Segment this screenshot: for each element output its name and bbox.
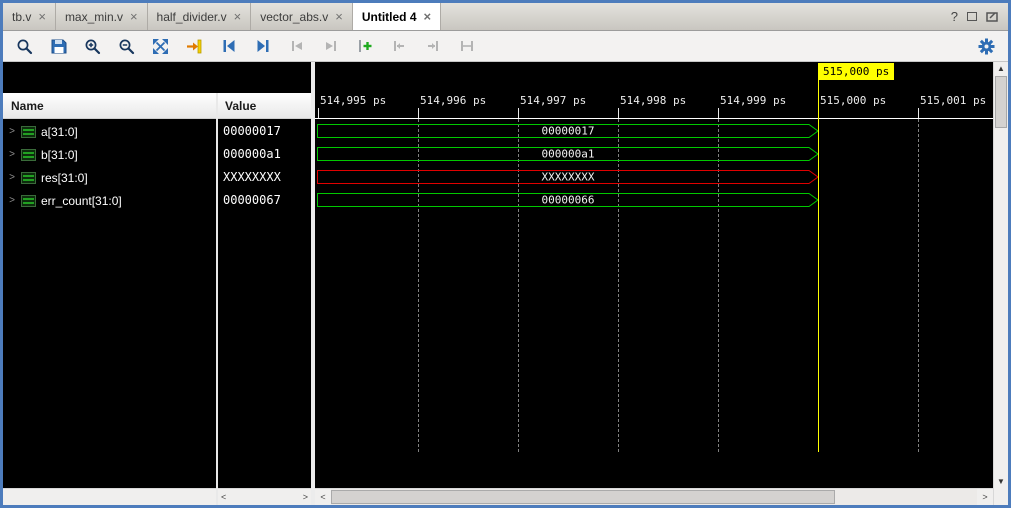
vertical-scrollbar[interactable]: ▲ ▼ bbox=[993, 62, 1008, 505]
add-marker-icon[interactable] bbox=[349, 33, 380, 59]
next-transition-icon bbox=[315, 33, 346, 59]
signal-table-header: Name Value bbox=[3, 93, 311, 119]
signal-value: XXXXXXXX bbox=[223, 166, 309, 189]
signal-row-err_count[interactable]: > err_count[31:0] bbox=[3, 189, 215, 212]
tab-vector_abs.v[interactable]: vector_abs.v × bbox=[251, 3, 353, 30]
wave-toolbar bbox=[3, 31, 1008, 62]
wave-bus-err_count[interactable]: 00000066 bbox=[317, 192, 819, 208]
tick-label: 514,999 ps bbox=[720, 94, 786, 107]
wave-cursor[interactable] bbox=[818, 80, 819, 452]
next-marker-icon bbox=[417, 33, 448, 59]
signal-name: a[31:0] bbox=[41, 125, 78, 139]
window-controls: ? bbox=[941, 3, 1008, 30]
signal-value: 00000067 bbox=[223, 189, 309, 212]
signal-value: 000000a1 bbox=[223, 143, 309, 166]
wave-horizontal-scrollbar[interactable]: < > bbox=[315, 488, 993, 505]
signal-name: err_count[31:0] bbox=[41, 194, 122, 208]
tab-tb.v[interactable]: tb.v × bbox=[3, 3, 56, 30]
tab-close-icon[interactable]: × bbox=[38, 10, 46, 23]
editor-tabbar: tb.v × max_min.v × half_divider.v × vect… bbox=[3, 3, 1008, 31]
tab-label: Untitled 4 bbox=[362, 10, 417, 24]
tabbar-spacer bbox=[441, 3, 941, 30]
tab-label: max_min.v bbox=[65, 10, 123, 24]
find-icon[interactable] bbox=[9, 33, 40, 59]
wave-viewer-main: Name Value > a[31:0] > b[31:0] > res[31:… bbox=[3, 62, 1008, 505]
expand-chevron-icon[interactable]: > bbox=[8, 126, 16, 137]
signal-name: b[31:0] bbox=[41, 148, 78, 162]
tick-label: 515,001 ps bbox=[920, 94, 986, 107]
previous-marker-icon bbox=[383, 33, 414, 59]
go-to-time-zero-icon[interactable] bbox=[213, 33, 244, 59]
cursor-time-badge[interactable]: 515,000 ps bbox=[818, 63, 894, 80]
signal-name: res[31:0] bbox=[41, 171, 88, 185]
simulation-wave-window: tb.v × max_min.v × half_divider.v × vect… bbox=[0, 0, 1011, 508]
signal-row-b[interactable]: > b[31:0] bbox=[3, 143, 215, 166]
zoom-fit-icon[interactable] bbox=[145, 33, 176, 59]
maximize-window-icon[interactable] bbox=[986, 11, 998, 22]
wave-bus-res[interactable]: XXXXXXXX bbox=[317, 169, 819, 185]
scrollbar-thumb[interactable] bbox=[331, 490, 835, 504]
tick-label: 514,997 ps bbox=[520, 94, 586, 107]
vertical-scrollbar-thumb[interactable] bbox=[995, 76, 1007, 128]
value-column-scrollbar[interactable]: < > bbox=[218, 488, 311, 505]
bus-value-label: XXXXXXXX bbox=[542, 171, 595, 184]
wave-bus-a[interactable]: 00000017 bbox=[317, 123, 819, 139]
tab-close-icon[interactable]: × bbox=[335, 10, 343, 23]
signal-row-res[interactable]: > res[31:0] bbox=[3, 166, 215, 189]
float-window-icon[interactable] bbox=[967, 12, 977, 21]
bus-icon bbox=[21, 149, 36, 161]
ruler-baseline[interactable] bbox=[315, 118, 993, 119]
bus-icon bbox=[21, 172, 36, 184]
bus-value-label: 00000017 bbox=[542, 125, 595, 138]
bus-value-label: 00000066 bbox=[542, 194, 595, 207]
swap-cursors-icon bbox=[451, 33, 482, 59]
tick-label: 514,998 ps bbox=[620, 94, 686, 107]
tab-max_min.v[interactable]: max_min.v × bbox=[56, 3, 148, 30]
help-icon[interactable]: ? bbox=[951, 9, 958, 24]
tab-untitled-4[interactable]: Untitled 4 × bbox=[353, 3, 441, 30]
bus-icon bbox=[21, 126, 36, 138]
signal-value: 00000017 bbox=[223, 120, 309, 143]
tab-label: half_divider.v bbox=[157, 10, 227, 24]
tab-close-icon[interactable]: × bbox=[234, 10, 242, 23]
bus-icon bbox=[21, 195, 36, 207]
scroll-right-icon[interactable]: > bbox=[303, 492, 308, 502]
scroll-left-icon[interactable]: < bbox=[315, 492, 331, 502]
value-column-header[interactable]: Value bbox=[225, 99, 256, 113]
tick-label: 514,996 ps bbox=[420, 94, 486, 107]
name-column-header[interactable]: Name bbox=[11, 99, 44, 113]
expand-chevron-icon[interactable]: > bbox=[8, 195, 16, 206]
zoom-out-icon[interactable] bbox=[111, 33, 142, 59]
column-splitter[interactable] bbox=[216, 93, 218, 505]
go-to-last-time-icon[interactable] bbox=[247, 33, 278, 59]
bus-value-label: 000000a1 bbox=[542, 148, 595, 161]
tick-label: 514,995 ps bbox=[320, 94, 386, 107]
scrollbar-track[interactable] bbox=[331, 489, 977, 505]
tab-label: tb.v bbox=[12, 10, 31, 24]
previous-transition-icon bbox=[281, 33, 312, 59]
waveform-panel[interactable]: 515,000 ps 514,995 ps 514,996 ps 514,997… bbox=[315, 62, 993, 505]
expand-chevron-icon[interactable]: > bbox=[8, 149, 16, 160]
scroll-left-icon[interactable]: < bbox=[221, 492, 226, 502]
tab-label: vector_abs.v bbox=[260, 10, 328, 24]
expand-chevron-icon[interactable]: > bbox=[8, 172, 16, 183]
signal-row-a[interactable]: > a[31:0] bbox=[3, 120, 215, 143]
zoom-to-cursor-icon[interactable] bbox=[179, 33, 210, 59]
gridline bbox=[918, 119, 919, 452]
zoom-in-icon[interactable] bbox=[77, 33, 108, 59]
scroll-up-icon[interactable]: ▲ bbox=[994, 64, 1008, 73]
name-column-scrollbar[interactable] bbox=[3, 488, 216, 505]
scroll-right-icon[interactable]: > bbox=[977, 492, 993, 502]
settings-gear-icon[interactable] bbox=[971, 33, 1002, 59]
tab-half_divider.v[interactable]: half_divider.v × bbox=[148, 3, 252, 30]
tab-close-icon[interactable]: × bbox=[130, 10, 138, 23]
save-icon[interactable] bbox=[43, 33, 74, 59]
wave-bus-b[interactable]: 000000a1 bbox=[317, 146, 819, 162]
tab-close-icon[interactable]: × bbox=[424, 10, 432, 23]
tick-label: 515,000 ps bbox=[820, 94, 886, 107]
signal-panel: Name Value > a[31:0] > b[31:0] > res[31:… bbox=[3, 62, 311, 505]
scroll-down-icon[interactable]: ▼ bbox=[994, 477, 1008, 486]
